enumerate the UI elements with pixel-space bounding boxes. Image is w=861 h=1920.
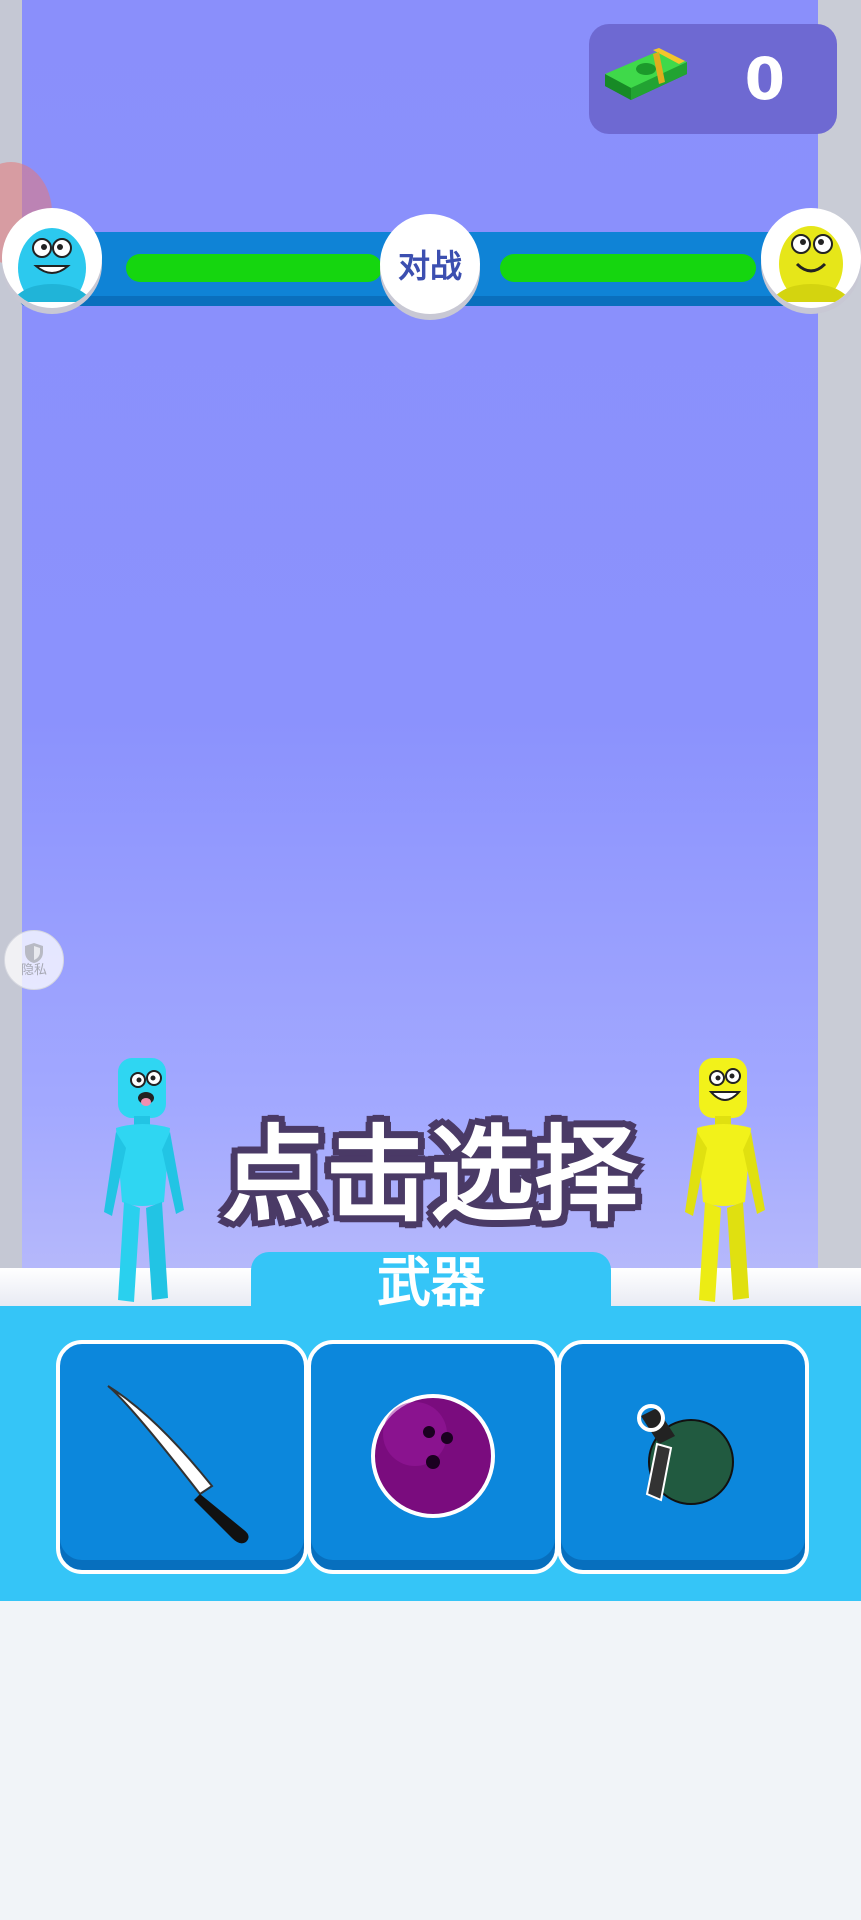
weapon-grenade-button[interactable] xyxy=(557,1340,809,1574)
privacy-label: 隐私 xyxy=(20,963,47,978)
shield-icon xyxy=(25,943,43,963)
player-health-fill xyxy=(126,254,382,282)
tap-to-select-prompt: 点击选择 xyxy=(221,1114,638,1236)
player-character xyxy=(104,1058,184,1302)
enemy-character xyxy=(685,1058,765,1302)
grenade-icon xyxy=(637,1404,734,1505)
game-scene: 0 对战 隐私 点击选择 xyxy=(0,0,861,1310)
privacy-button[interactable]: 隐私 xyxy=(4,930,64,990)
arena-wall-right xyxy=(818,0,861,1275)
player-avatar xyxy=(2,208,102,308)
blue-character-face-icon xyxy=(12,228,92,302)
weapon-tab: 武器 xyxy=(251,1252,611,1314)
bowling-ball-icon xyxy=(371,1394,495,1518)
battle-badge: 对战 xyxy=(380,214,480,314)
money-panel: 0 xyxy=(589,24,837,134)
knife-icon xyxy=(107,1385,249,1544)
weapon-knife-button[interactable] xyxy=(56,1340,308,1574)
enemy-health-fill xyxy=(500,254,756,282)
cash-stack-icon xyxy=(605,48,687,100)
yellow-character-face-icon xyxy=(771,226,851,302)
weapon-bowling-ball-button[interactable] xyxy=(307,1340,559,1574)
enemy-avatar xyxy=(761,208,861,308)
money-value: 0 xyxy=(744,45,785,113)
